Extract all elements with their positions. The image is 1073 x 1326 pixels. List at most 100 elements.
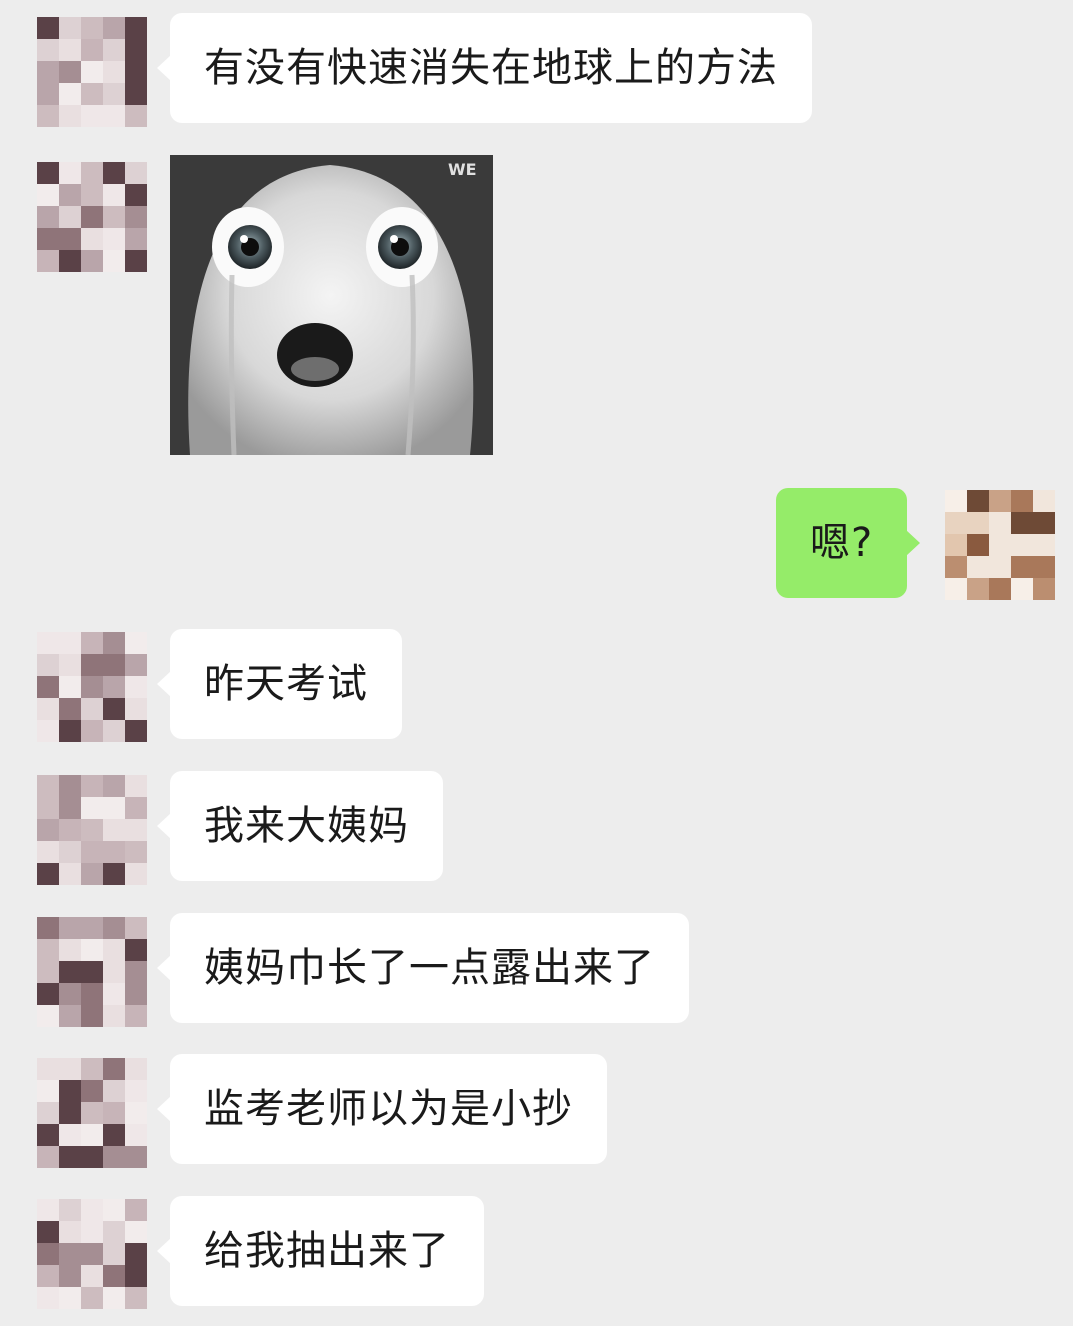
contact-avatar[interactable] <box>37 17 147 127</box>
contact-avatar[interactable] <box>37 1058 147 1168</box>
avatar-pixel <box>103 1265 125 1287</box>
message-bubble[interactable]: 监考老师以为是小抄 <box>157 1054 607 1164</box>
avatar-pixel <box>59 39 81 61</box>
contact-avatar[interactable] <box>37 775 147 885</box>
avatar-pixel <box>81 1102 103 1124</box>
avatar-pixel <box>125 720 147 742</box>
avatar-pixel <box>81 797 103 819</box>
avatar-pixel <box>37 819 59 841</box>
contact-avatar[interactable] <box>37 1199 147 1309</box>
avatar-pixel <box>1011 490 1033 512</box>
avatar-pixel <box>945 512 967 534</box>
avatar-pixel <box>59 1243 81 1265</box>
avatar-pixel <box>103 917 125 939</box>
avatar-pixel <box>59 1080 81 1102</box>
avatar-pixel <box>81 39 103 61</box>
avatar-pixel <box>81 1221 103 1243</box>
avatar-pixel <box>37 1102 59 1124</box>
avatar-pixel <box>125 698 147 720</box>
message-bubble[interactable]: 有没有快速消失在地球上的方法 <box>157 13 812 123</box>
avatar-pixel <box>59 228 81 250</box>
avatar-pixel <box>59 698 81 720</box>
avatar-pixel <box>37 83 59 105</box>
avatar-pixel <box>103 39 125 61</box>
avatar-pixel <box>103 775 125 797</box>
avatar-pixel <box>103 863 125 885</box>
avatar-pixel <box>967 512 989 534</box>
avatar-pixel <box>103 1221 125 1243</box>
avatar-pixel <box>1033 556 1055 578</box>
avatar-pixel <box>103 819 125 841</box>
avatar-pixel <box>125 841 147 863</box>
avatar-pixel <box>37 228 59 250</box>
avatar-pixel <box>1011 512 1033 534</box>
contact-avatar[interactable] <box>37 632 147 742</box>
message-bubble[interactable]: 给我抽出来了 <box>157 1196 484 1306</box>
avatar-pixel <box>37 797 59 819</box>
avatar-pixel <box>37 1146 59 1168</box>
avatar-pixel <box>125 775 147 797</box>
avatar-pixel <box>81 698 103 720</box>
avatar-pixel <box>37 1124 59 1146</box>
avatar-pixel <box>37 1287 59 1309</box>
avatar-pixel <box>81 162 103 184</box>
avatar-pixel <box>37 105 59 127</box>
avatar-pixel <box>37 698 59 720</box>
avatar-pixel <box>37 250 59 272</box>
sticker-watermark: WE <box>448 160 477 179</box>
avatar-pixel <box>59 983 81 1005</box>
message-bubble[interactable]: 姨妈巾长了一点露出来了 <box>157 913 689 1023</box>
avatar-pixel <box>989 556 1011 578</box>
avatar-pixel <box>103 1146 125 1168</box>
message-bubble[interactable]: 昨天考试 <box>157 629 402 739</box>
avatar-pixel <box>37 1221 59 1243</box>
avatar-pixel <box>125 1199 147 1221</box>
avatar-pixel <box>967 578 989 600</box>
avatar-pixel <box>945 490 967 512</box>
avatar-pixel <box>125 917 147 939</box>
contact-avatar[interactable] <box>37 917 147 1027</box>
sticker-image[interactable]: WE <box>170 155 493 455</box>
avatar-pixel <box>37 17 59 39</box>
avatar-pixel <box>37 184 59 206</box>
avatar-pixel <box>103 1287 125 1309</box>
avatar-pixel <box>125 939 147 961</box>
avatar-pixel <box>103 83 125 105</box>
avatar-pixel <box>81 1199 103 1221</box>
avatar-pixel <box>37 654 59 676</box>
avatar-pixel <box>37 775 59 797</box>
avatar-pixel <box>59 17 81 39</box>
contact-avatar[interactable] <box>37 162 147 272</box>
avatar-pixel <box>37 39 59 61</box>
avatar-pixel <box>945 556 967 578</box>
avatar-pixel <box>59 250 81 272</box>
avatar-pixel <box>125 1243 147 1265</box>
avatar-pixel <box>125 250 147 272</box>
my-avatar[interactable] <box>945 490 1055 600</box>
avatar-pixel <box>81 961 103 983</box>
avatar-pixel <box>37 983 59 1005</box>
avatar-pixel <box>59 1287 81 1309</box>
avatar-pixel <box>59 1199 81 1221</box>
avatar-pixel <box>37 1058 59 1080</box>
avatar-pixel <box>125 184 147 206</box>
avatar-pixel <box>945 578 967 600</box>
avatar-pixel <box>103 61 125 83</box>
avatar-pixel <box>81 917 103 939</box>
avatar-pixel <box>1011 556 1033 578</box>
avatar-pixel <box>125 1146 147 1168</box>
message-bubble[interactable]: 我来大姨妈 <box>157 771 443 881</box>
avatar-pixel <box>59 1221 81 1243</box>
avatar-pixel <box>59 184 81 206</box>
avatar-pixel <box>81 1265 103 1287</box>
avatar-pixel <box>81 983 103 1005</box>
avatar-pixel <box>103 1058 125 1080</box>
avatar-pixel <box>103 17 125 39</box>
my-message-bubble[interactable]: 嗯? <box>776 488 921 598</box>
avatar-pixel <box>125 1005 147 1027</box>
avatar-pixel <box>103 1005 125 1027</box>
avatar-pixel <box>103 1102 125 1124</box>
avatar-pixel <box>37 206 59 228</box>
avatar-pixel <box>81 83 103 105</box>
avatar-pixel <box>125 105 147 127</box>
